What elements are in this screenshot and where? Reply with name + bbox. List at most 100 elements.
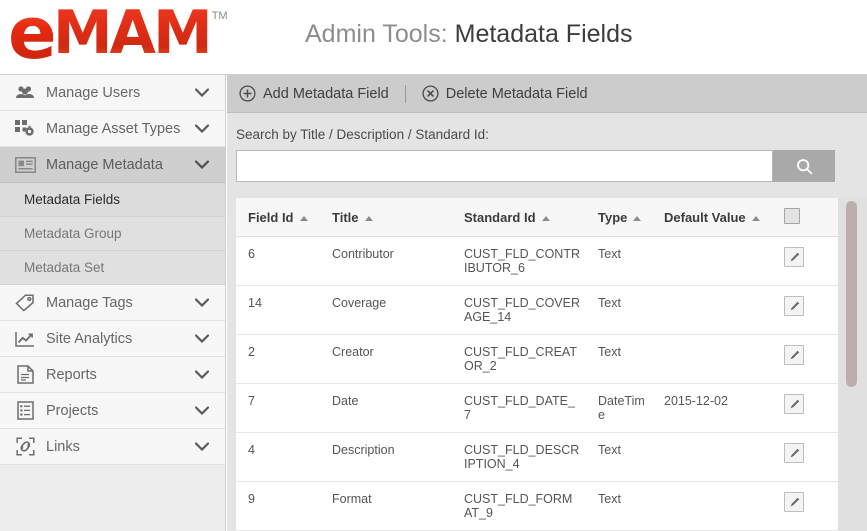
tag-icon [14, 293, 36, 313]
cell-standard-id: CUST_FLD_CREATOR_2 [452, 334, 586, 384]
table-row[interactable]: 14 Coverage CUST_FLD_COVERAGE_14 Text [236, 285, 838, 335]
search-button[interactable] [773, 150, 835, 182]
select-all-checkbox[interactable] [784, 208, 800, 224]
search-row [236, 150, 835, 182]
top-header: e MAM TM Admin Tools: Metadata Fields [0, 0, 867, 75]
sidebar-subitem-metadata-fields[interactable]: Metadata Fields [0, 183, 225, 217]
sidebar-subitem-label: Metadata Group [24, 226, 122, 241]
column-header-title[interactable]: Title [320, 198, 452, 237]
chevron-down-icon [191, 88, 213, 97]
column-header-standard-id[interactable]: Standard Id [452, 198, 586, 237]
pencil-icon[interactable] [784, 247, 804, 267]
sidebar-item-label: Reports [46, 366, 97, 383]
cell-actions [772, 334, 838, 384]
chevron-down-icon [191, 406, 213, 415]
cell-default-value [652, 334, 772, 384]
cell-actions [772, 383, 838, 433]
metadata-fields-table-container: Field Id Title Standard Id Type Default [236, 198, 838, 531]
table-row[interactable]: 7 Date CUST_FLD_DATE_7 DateTime 2015-12-02 [236, 383, 838, 433]
column-label: Field Id [248, 210, 294, 225]
column-header-field-id[interactable]: Field Id [236, 198, 320, 237]
sidebar-item-manage-users[interactable]: Manage Users [0, 75, 225, 111]
main-content: Add Metadata Field Delete Metadata Field… [227, 75, 867, 531]
pencil-icon[interactable] [784, 394, 804, 414]
pencil-icon[interactable] [784, 296, 804, 316]
cell-standard-id: CUST_FLD_FORMAT_9 [452, 481, 586, 531]
sidebar-item-projects[interactable]: Projects [0, 393, 225, 429]
sidebar-item-label: Projects [46, 402, 99, 419]
table-row[interactable]: 2 Creator CUST_FLD_CREATOR_2 Text [236, 334, 838, 384]
cell-title: Date [320, 383, 452, 433]
cell-standard-id: CUST_FLD_CONTRIBUTOR_6 [452, 236, 586, 286]
cell-field-id: 7 [236, 383, 320, 433]
analytics-icon [14, 329, 36, 349]
pencil-icon[interactable] [784, 443, 804, 463]
cell-title: Creator [320, 334, 452, 384]
sidebar-subitem-label: Metadata Fields [24, 192, 121, 207]
cell-field-id: 2 [236, 334, 320, 384]
table-row[interactable]: 9 Format CUST_FLD_FORMAT_9 Text [236, 481, 838, 531]
pencil-icon[interactable] [784, 345, 804, 365]
sort-ascending-icon [364, 216, 373, 222]
sidebar-item-label: Links [46, 438, 80, 455]
table-scrollbar[interactable] [838, 198, 867, 531]
sidebar-empty-space [0, 465, 225, 531]
sidebar-item-reports[interactable]: Reports [0, 357, 225, 393]
cell-actions [772, 236, 838, 286]
sidebar-nav: Manage Users Manage Asset Types Manage M… [0, 75, 226, 531]
search-input[interactable] [236, 150, 773, 182]
cell-standard-id: CUST_FLD_DATE_7 [452, 383, 586, 433]
cell-field-id: 6 [236, 236, 320, 286]
page-title-main: Metadata Fields [454, 20, 633, 48]
users-icon [14, 83, 36, 103]
sidebar-item-site-analytics[interactable]: Site Analytics [0, 321, 225, 357]
logo-letter-e: e [8, 0, 57, 75]
cell-title: Description [320, 432, 452, 482]
column-header-default-value[interactable]: Default Value [652, 198, 772, 237]
cell-default-value [652, 236, 772, 286]
column-label: Type [598, 210, 628, 225]
cell-field-id: 4 [236, 432, 320, 482]
sidebar-subitem-metadata-set[interactable]: Metadata Set [0, 251, 225, 285]
chevron-down-icon [191, 334, 213, 343]
add-metadata-field-button[interactable]: Add Metadata Field [239, 85, 389, 102]
search-icon [796, 158, 813, 175]
cell-default-value [652, 481, 772, 531]
scrollbar-thumb[interactable] [846, 201, 857, 387]
sidebar-item-manage-asset-types[interactable]: Manage Asset Types [0, 111, 225, 147]
cell-type: Text [586, 432, 652, 482]
chevron-down-icon [191, 124, 213, 133]
search-section: Search by Title / Description / Standard… [227, 113, 867, 182]
sidebar-item-manage-tags[interactable]: Manage Tags [0, 285, 225, 321]
sidebar-subitem-metadata-group[interactable]: Metadata Group [0, 217, 225, 251]
cell-type: Text [586, 236, 652, 286]
cell-default-value: 2015-12-02 [652, 383, 772, 433]
cell-type: Text [586, 334, 652, 384]
sort-ascending-icon [299, 216, 308, 222]
cell-title: Format [320, 481, 452, 531]
cell-type: Text [586, 481, 652, 531]
plus-circle-icon [239, 85, 256, 102]
sort-ascending-icon [633, 216, 642, 222]
column-label: Title [332, 210, 359, 225]
report-icon [14, 365, 36, 385]
table-row[interactable]: 4 Description CUST_FLD_DESCRIPTION_4 Text [236, 432, 838, 482]
column-label: Default Value [664, 210, 746, 225]
search-label: Search by Title / Description / Standard… [236, 127, 489, 142]
cell-standard-id: CUST_FLD_COVERAGE_14 [452, 285, 586, 335]
chevron-down-icon [191, 298, 213, 307]
sidebar-item-label: Manage Asset Types [46, 120, 181, 137]
emam-logo[interactable]: e MAM TM [8, 0, 228, 75]
table-row[interactable]: 6 Contributor CUST_FLD_CONTRIBUTOR_6 Text [236, 236, 838, 286]
table-body: 6 Contributor CUST_FLD_CONTRIBUTOR_6 Text 14… [236, 236, 838, 531]
sidebar-item-links[interactable]: Links [0, 429, 225, 465]
sidebar-item-label: Manage Tags [46, 294, 133, 311]
sidebar-item-manage-metadata[interactable]: Manage Metadata [0, 147, 225, 183]
column-header-type[interactable]: Type [586, 198, 652, 237]
delete-metadata-field-button[interactable]: Delete Metadata Field [422, 85, 588, 102]
pencil-icon[interactable] [784, 492, 804, 512]
cell-default-value [652, 432, 772, 482]
table-header-row: Field Id Title Standard Id Type Default [236, 198, 838, 237]
links-icon [14, 437, 36, 457]
cell-field-id: 14 [236, 285, 320, 335]
